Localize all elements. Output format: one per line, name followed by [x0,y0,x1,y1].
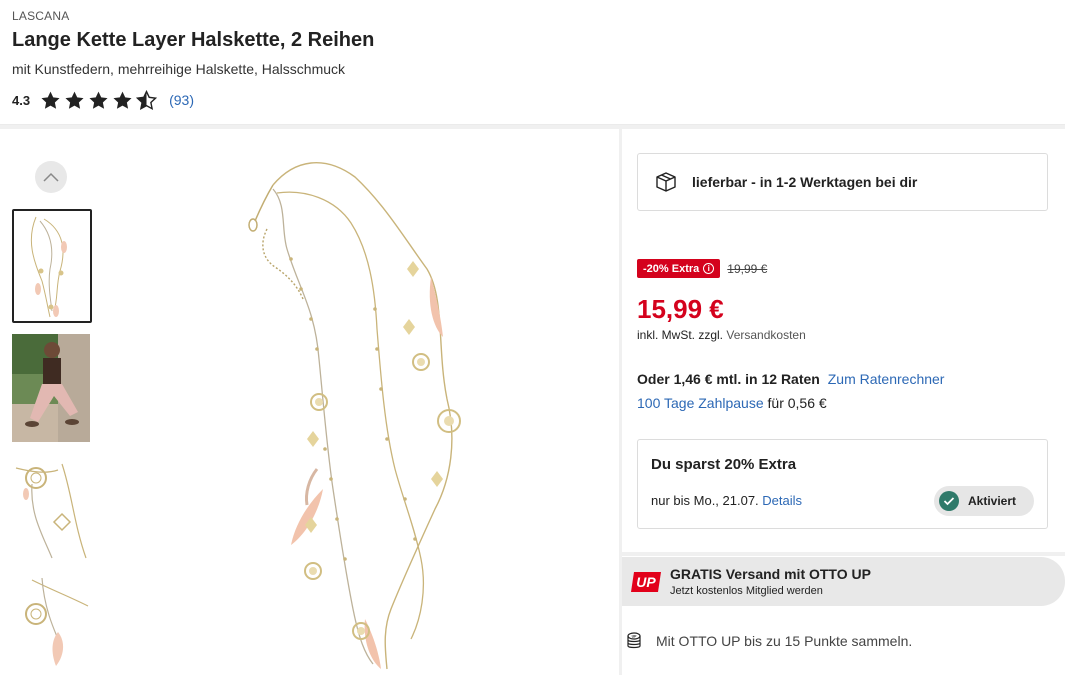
savings-title: Du sparst 20% Extra [651,456,797,473]
thumbnail-4[interactable] [12,576,92,666]
otto-up-logo-text: UP [636,574,656,590]
star-icon [113,91,132,109]
thumbnail-scroll-up-button[interactable] [35,161,67,193]
rating-count-link[interactable]: (93) [169,92,194,108]
tax-info: inkl. MwSt. zzgl. Versandkosten [637,328,806,342]
delivery-text: lieferbar - in 1-2 Werktagen bei dir [692,174,918,190]
feather-detail-thumbnail-image [12,576,90,666]
ottoup-banner[interactable]: UP GRATIS Versand mit OTTO UP Jetzt kost… [622,557,1065,606]
info-icon[interactable]: i [703,263,715,274]
chevron-up-icon [43,172,59,182]
model-thumbnail-image [12,334,90,442]
thumbnail-2[interactable] [12,334,92,442]
star-icon [65,91,84,109]
payment-pause-text: für 0,56 € [767,395,827,411]
star-icon [41,91,60,109]
star-icon [89,91,108,109]
savings-until-text: nur bis Mo., 21.07. [651,493,759,508]
savings-details-link[interactable]: Details [762,493,802,508]
discount-badge[interactable]: -20% Extra i [637,259,721,278]
discount-row: -20% Extra i 19,99 € [637,259,767,278]
ottoup-subtitle: Jetzt kostenlos Mitglied werden [670,585,823,597]
product-title: Lange Kette Layer Halskette, 2 Reihen [12,29,375,51]
payment-pause-link[interactable]: 100 Tage Zahlpause [637,395,764,411]
buy-box: lieferbar - in 1-2 Werktagen bei dir -20… [622,129,1065,675]
ottoup-divider [622,552,1065,556]
coins-icon: UP [627,632,641,649]
ottoup-title: GRATIS Versand mit OTTO UP [670,566,871,582]
rating-value: 4.3 [12,92,31,108]
discount-badge-label: -20% Extra [643,262,700,275]
shipping-cost-link[interactable]: Versandkosten [726,328,805,342]
product-header: LASCANA Lange Kette Layer Halskette, 2 R… [0,0,1065,125]
payment-pause-info: 100 Tage Zahlpause für 0,56 € [637,395,827,411]
points-text: Mit OTTO UP bis zu 15 Punkte sammeln. [656,633,913,649]
check-icon [939,491,959,511]
old-price: 19,99 € [727,261,768,276]
svg-text:UP: UP [632,635,638,639]
product-subtitle: mit Kunstfedern, mehrreihige Halskette, … [12,61,346,77]
installment-text: Oder 1,46 € mtl. in 12 Raten [637,371,820,387]
installment-info: Oder 1,46 € mtl. in 12 Raten Zum Ratenre… [637,371,944,387]
rating[interactable]: 4.3 (93) [12,89,194,111]
package-icon [656,172,676,192]
otto-up-logo-icon: UP [631,572,661,592]
savings-box: Du sparst 20% Extra nur bis Mo., 21.07. … [637,439,1048,529]
necklace-thumbnail-image [14,211,90,321]
half-star-icon [136,89,158,110]
thumbnail-1[interactable] [12,209,92,323]
brand-name[interactable]: LASCANA [12,9,69,23]
pendant-detail-thumbnail-image [12,454,90,564]
installment-calculator-link[interactable]: Zum Ratenrechner [828,371,945,387]
activated-label: Aktiviert [968,494,1017,508]
points-info: UP Mit OTTO UP bis zu 15 Punkte sammeln. [626,631,912,651]
thumbnail-3[interactable] [12,454,92,564]
savings-validity: nur bis Mo., 21.07. Details [651,493,802,508]
delivery-info: lieferbar - in 1-2 Werktagen bei dir [637,153,1048,211]
main-product-image[interactable] [215,149,515,675]
tax-prefix: inkl. MwSt. zzgl. [637,328,724,342]
current-price: 15,99 € [637,294,724,324]
rating-stars [40,89,158,111]
product-gallery [0,129,619,675]
activated-toggle[interactable]: Aktiviert [934,486,1034,516]
